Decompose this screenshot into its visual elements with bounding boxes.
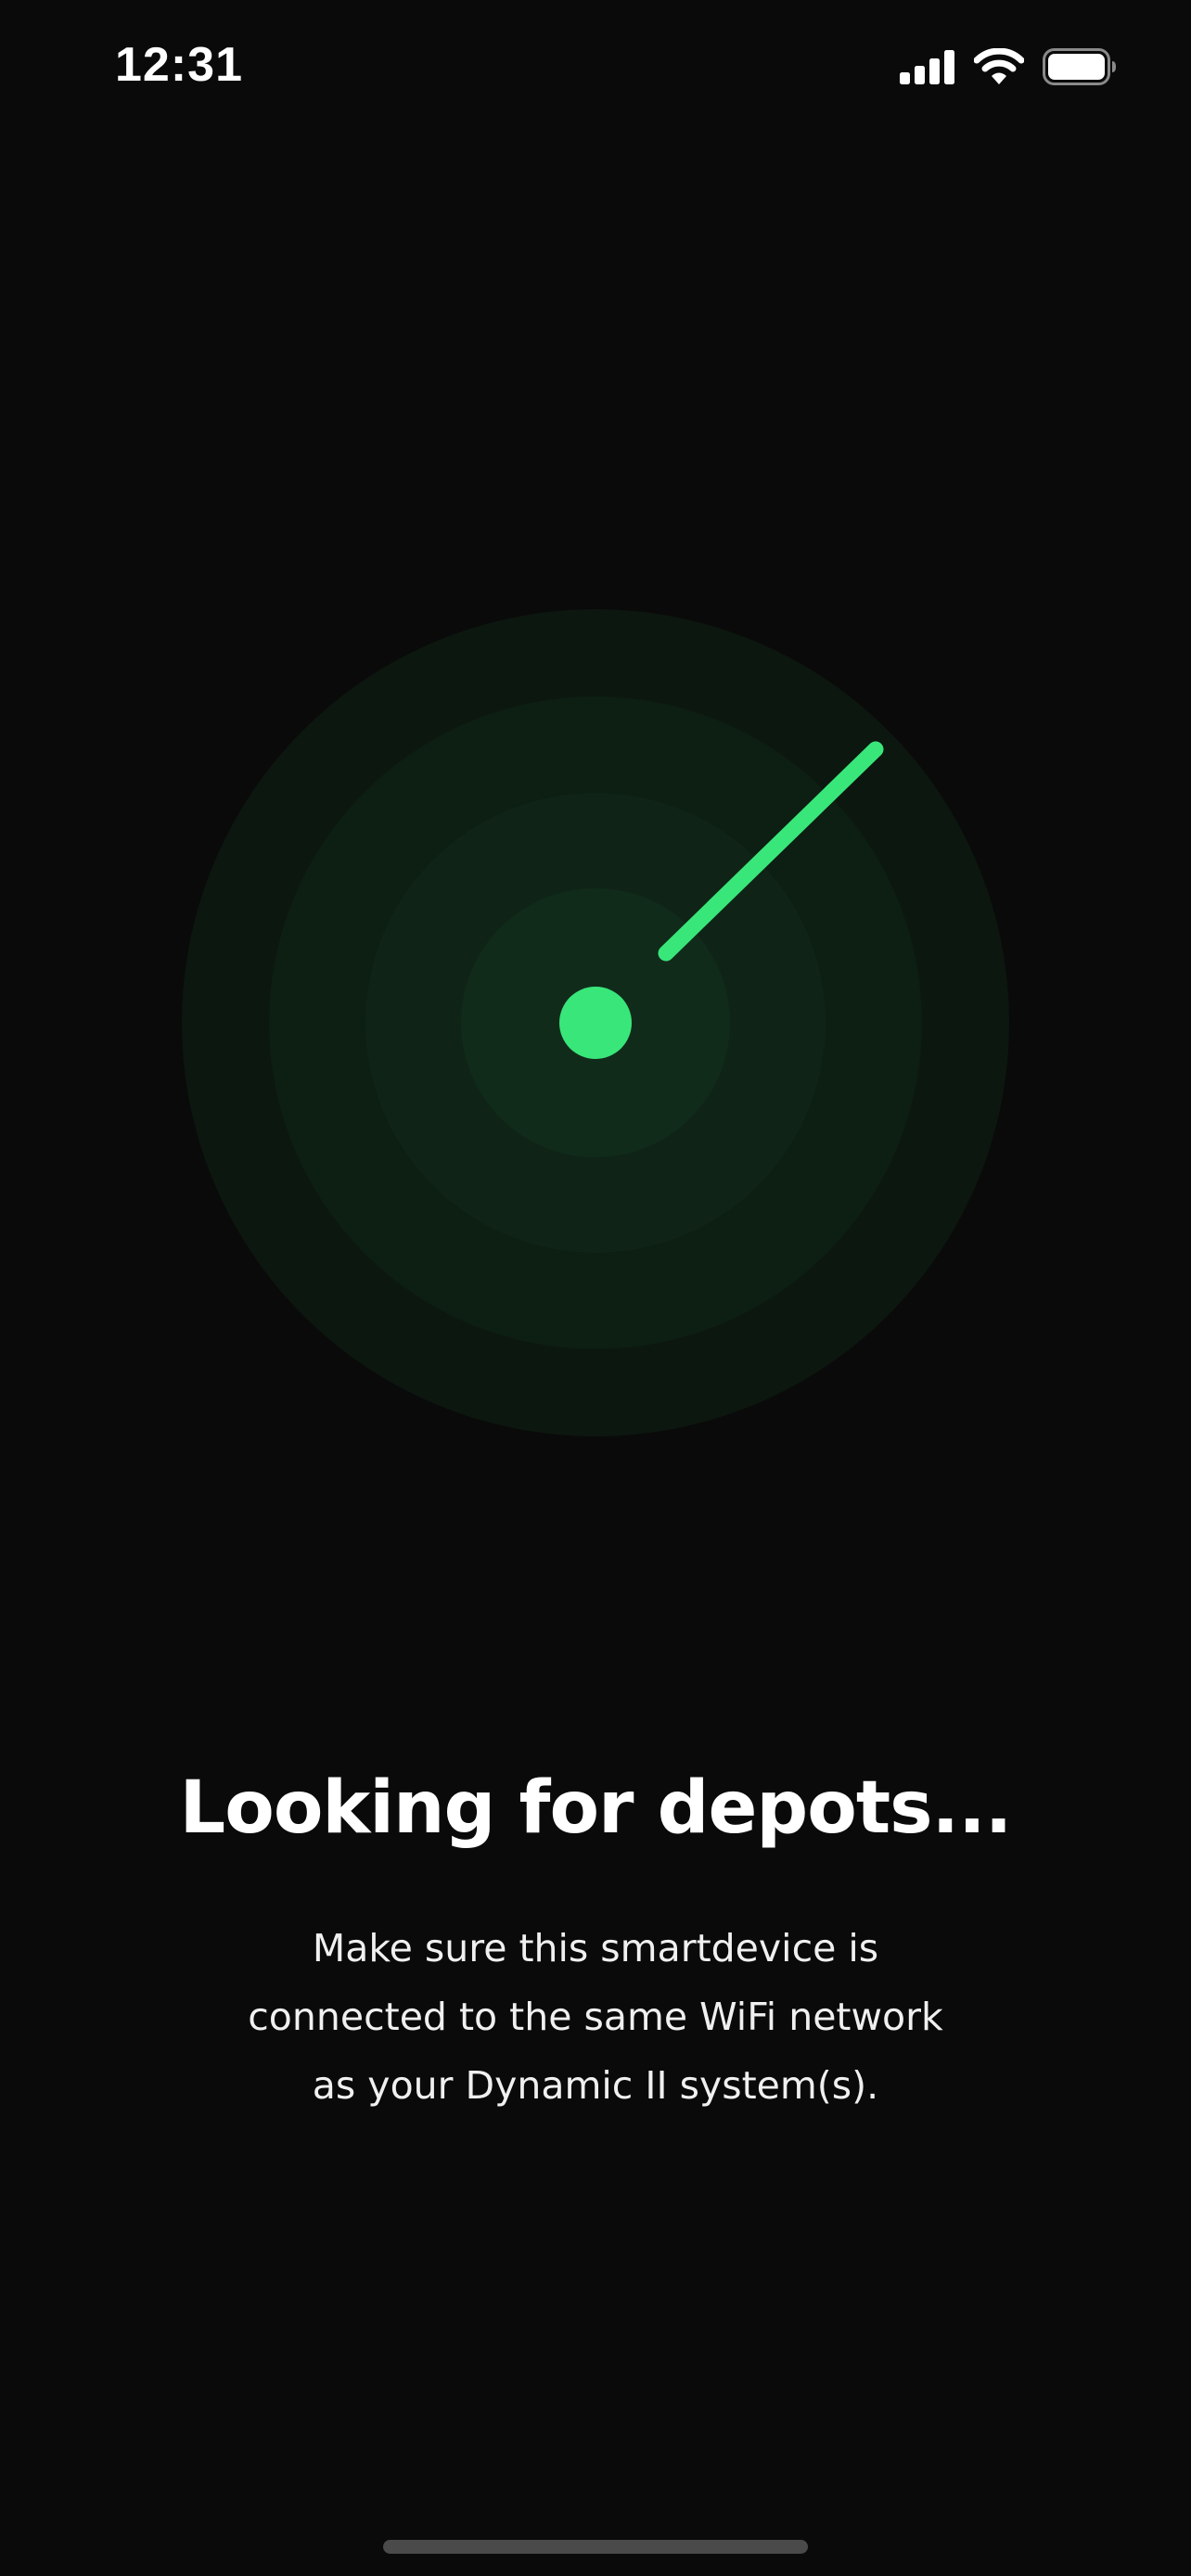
wifi-icon <box>974 48 1024 84</box>
radar-scan-graphic <box>182 609 1009 1436</box>
radar-center-dot <box>559 987 632 1059</box>
page-title: Looking for depots... <box>179 1766 1013 1850</box>
home-indicator[interactable] <box>383 2540 808 2554</box>
instruction-line: as your Dynamic II system(s). <box>312 2063 879 2108</box>
status-icons <box>900 43 1117 91</box>
signal-icon <box>900 50 954 84</box>
instruction-line: Make sure this smartdevice is <box>312 1926 879 1970</box>
status-bar: 12:31 <box>0 0 1191 139</box>
instruction-line: connected to the same WiFi network <box>248 1995 943 2039</box>
status-time: 12:31 <box>115 38 243 92</box>
instruction-text: Make sure this smartdevice is connected … <box>224 1914 967 2120</box>
battery-icon <box>1043 48 1116 85</box>
